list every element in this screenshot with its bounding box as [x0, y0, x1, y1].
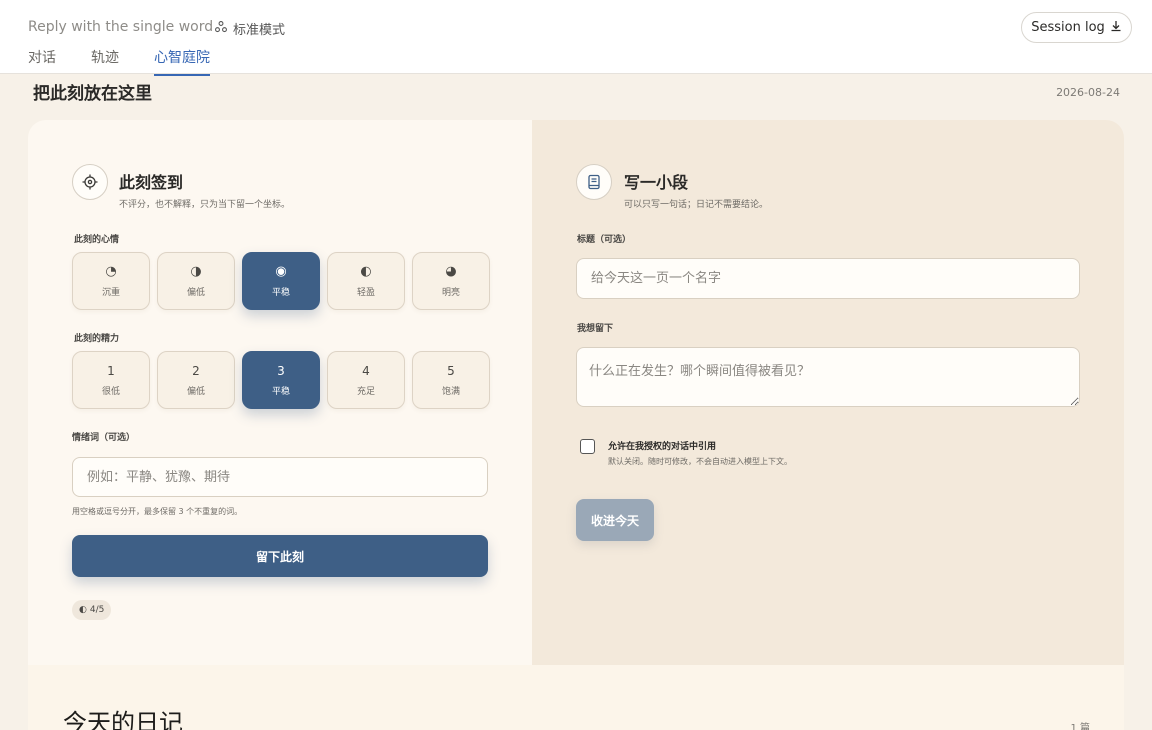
session-log-button[interactable]: Session log — [1021, 12, 1132, 43]
mode-indicator[interactable]: 标准模式 — [214, 19, 285, 38]
mood-option-label: 轻盈 — [356, 287, 375, 298]
target-icon — [72, 164, 108, 200]
energy-option-label: 很低 — [101, 386, 120, 397]
mood-option-label: 明亮 — [441, 287, 460, 298]
allow-quote-description: 默认关闭。随时可修改，不会自动进入模型上下文。 — [608, 457, 792, 466]
page-date: 2026-08-24 — [1056, 86, 1120, 99]
emotion-words-hint: 用空格或逗号分开，最多保留 3 个不重复的词。 — [72, 507, 243, 516]
app-title: Reply with the single word — [28, 19, 214, 35]
journal-subtitle: 可以只写一句话；日记不需要结论。 — [624, 200, 769, 210]
mood-option-light[interactable]: ◐ 轻盈 — [327, 252, 405, 310]
mode-label: 标准模式 — [233, 23, 286, 38]
emotion-words-label: 情绪词（可选） — [72, 433, 136, 443]
allow-quote-checkbox[interactable] — [580, 439, 595, 454]
mood-option-heavy[interactable]: ◔ 沉重 — [72, 252, 150, 310]
energy-number: 5 — [447, 363, 455, 378]
energy-option-label: 充足 — [356, 386, 375, 397]
energy-label: 此刻的精力 — [74, 334, 120, 344]
energy-option-label: 饱满 — [441, 386, 460, 397]
energy-number: 2 — [192, 363, 200, 378]
mood-option-bright[interactable]: ◕ 明亮 — [412, 252, 490, 310]
half-circle-icon: ◐ — [79, 605, 87, 615]
emotion-words-input[interactable] — [72, 457, 488, 497]
entry-body-label: 我想留下 — [577, 324, 614, 334]
progress-chip: ◐ 4/5 — [72, 600, 112, 620]
checkin-title: 此刻签到 — [119, 173, 184, 192]
mood-glyph: ◉ — [275, 263, 287, 279]
energy-option-2[interactable]: 2 偏低 — [157, 351, 235, 409]
energy-option-label: 偏低 — [186, 386, 205, 397]
energy-option-4[interactable]: 4 充足 — [327, 351, 405, 409]
energy-option-1[interactable]: 1 很低 — [72, 351, 150, 409]
save-moment-button[interactable]: 留下此刻 — [72, 535, 488, 577]
session-log-label: Session log — [1031, 20, 1105, 35]
progress-text: 4/5 — [89, 605, 105, 615]
energy-number: 3 — [277, 363, 285, 378]
tab-trajectory[interactable]: 轨迹 — [91, 47, 119, 76]
tab-mind-garden[interactable]: 心智庭院 — [154, 47, 210, 76]
collect-today-button[interactable]: 收进今天 — [576, 499, 654, 541]
download-icon — [1110, 20, 1122, 36]
mood-option-label: 沉重 — [101, 287, 120, 298]
energy-option-3[interactable]: 3 平稳 — [242, 351, 320, 409]
mood-option-label: 平稳 — [271, 287, 290, 298]
allow-quote-label: 允许在我授权的对话中引用 — [608, 442, 717, 452]
energy-number: 1 — [107, 363, 115, 378]
journal-title: 写一小段 — [624, 173, 689, 192]
mood-option-low[interactable]: ◑ 偏低 — [157, 252, 235, 310]
mood-option-label: 偏低 — [186, 287, 205, 298]
tab-chat[interactable]: 对话 — [28, 47, 56, 76]
mood-option-steady[interactable]: ◉ 平稳 — [242, 252, 320, 310]
checkin-subtitle: 不评分，也不解释，只为当下留一个坐标。 — [119, 200, 291, 210]
diary-title: 今天的日记 — [63, 709, 183, 730]
diary-section — [28, 665, 1124, 730]
entry-title-label: 标题（可选） — [577, 235, 632, 245]
energy-options: 1 很低 2 偏低 3 平稳 4 充足 5 饱满 — [72, 351, 490, 409]
top-bar: Reply with the single word 标准模式 对话 轨迹 心智… — [0, 0, 1152, 76]
page-title: 把此刻放在这里 — [33, 84, 152, 104]
mood-options: ◔ 沉重 ◑ 偏低 ◉ 平稳 ◐ 轻盈 ◕ 明亮 — [72, 252, 490, 310]
energy-option-5[interactable]: 5 饱满 — [412, 351, 490, 409]
main-tabs: 对话 轨迹 心智庭院 — [28, 47, 245, 76]
notebook-icon — [576, 164, 612, 200]
entry-body-textarea[interactable] — [576, 347, 1080, 407]
energy-option-label: 平稳 — [271, 386, 290, 397]
mood-glyph: ◐ — [360, 263, 372, 279]
mood-glyph: ◑ — [190, 263, 202, 279]
mood-glyph: ◕ — [445, 263, 457, 279]
mode-icon — [214, 20, 228, 38]
mood-label: 此刻的心情 — [74, 235, 120, 245]
entry-title-input[interactable] — [576, 258, 1080, 299]
diary-count: 1 篇 — [1070, 723, 1090, 730]
mood-glyph: ◔ — [105, 263, 117, 279]
energy-number: 4 — [362, 363, 370, 378]
